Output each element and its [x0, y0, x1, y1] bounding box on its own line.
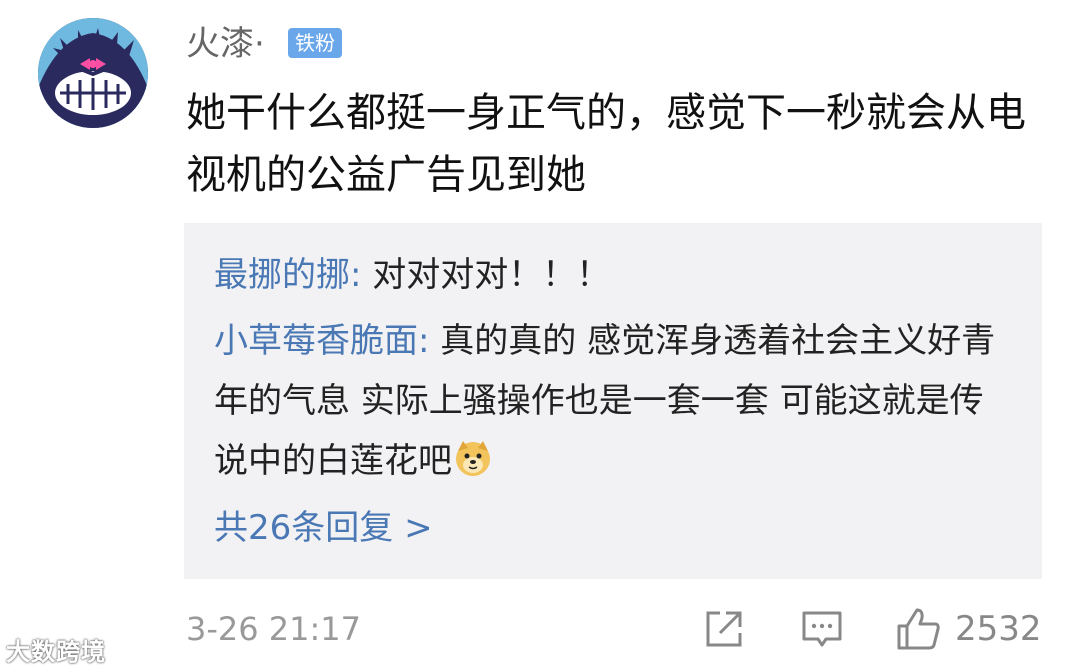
- like-button[interactable]: 2532: [895, 606, 1042, 652]
- share-button[interactable]: [702, 606, 746, 652]
- like-count: 2532: [955, 609, 1042, 649]
- comment-text: 她干什么都挺一身正气的，感觉下一秒就会从电视机的公益广告见到她: [186, 90, 1026, 198]
- doge-emoji-icon: [454, 436, 492, 476]
- replies-panel[interactable]: 最挪的挪: 对对对对！！！ 小草莓香脆面: 真的真的 感觉浑身透着社会主义好青年…: [184, 223, 1042, 579]
- reply-text: 对对对对！！！: [372, 255, 611, 295]
- share-icon: [706, 611, 742, 647]
- thumbs-up-icon: [897, 608, 940, 650]
- reply-author[interactable]: 最挪的挪: [214, 255, 350, 295]
- reply-item[interactable]: 小草莓香脆面: 真的真的 感觉浑身透着社会主义好青年的气息 实际上骚操作也是一套…: [214, 311, 1014, 491]
- user-avatar[interactable]: [38, 18, 148, 128]
- comment-timestamp: 3-26 21:17: [186, 610, 362, 648]
- watermark: 大数跨境: [6, 638, 106, 666]
- reply-button[interactable]: [800, 606, 844, 652]
- fan-badge: 铁粉: [288, 28, 342, 58]
- reply-author[interactable]: 小草莓香脆面: [214, 321, 418, 361]
- reply-separator: :: [350, 255, 373, 295]
- view-more-replies-link[interactable]: 共26条回复 >: [214, 503, 433, 553]
- comment-icon: [802, 611, 842, 647]
- reply-item[interactable]: 最挪的挪: 对对对对！！！: [214, 245, 1014, 305]
- comment-username[interactable]: 火漆·: [186, 22, 265, 66]
- reply-separator: :: [418, 321, 441, 361]
